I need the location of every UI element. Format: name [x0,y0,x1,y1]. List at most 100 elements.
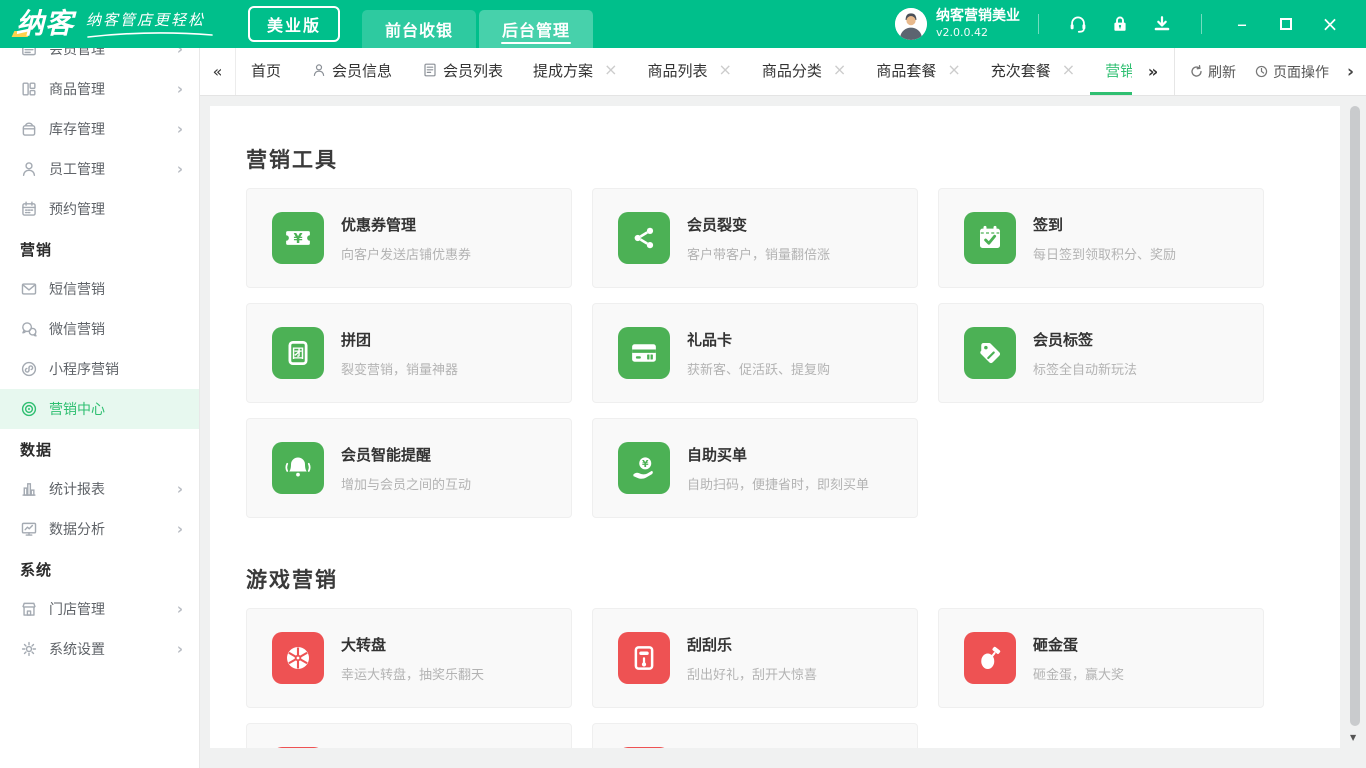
card-subtitle: 向客户发送店铺优惠券 [341,247,472,263]
user-avatar[interactable] [895,8,927,40]
game-marketing-grid: 大转盘 幸运大转盘，抽奖乐翻天 刮刮乐 刮出好礼，刮开大惊喜 砸金蛋 砸金蛋，赢… [246,608,1304,748]
card-lucky-wheel[interactable]: 大转盘 幸运大转盘，抽奖乐翻天 [246,608,572,708]
wechat-icon [20,320,38,338]
mode-switch-nav: 前台收银 后台管理 [362,10,596,48]
sidebar-item-sms-marketing[interactable]: 短信营销 [0,269,199,309]
sidebar-section-system: 系统 [20,560,53,579]
game-icon [272,747,324,748]
close-icon[interactable]: × [833,62,846,78]
sidebar-item-miniprogram-marketing[interactable]: 小程序营销 [0,349,199,389]
card-scratch-card[interactable]: 刮刮乐 刮出好礼，刮开大惊喜 [592,608,918,708]
tab-recharge-package[interactable]: 充次套餐 × [976,48,1090,95]
sidebar-item-inventory-mgmt[interactable]: 库存管理 › [0,109,199,149]
card-smart-reminder[interactable]: 会员智能提醒 增加与会员之间的互动 [246,418,572,518]
list-document-icon [422,62,438,78]
card-title: 会员智能提醒 [341,445,432,464]
more-arrow-icon[interactable]: › [1347,62,1354,82]
tab-member-info[interactable]: 会员信息 [296,48,407,95]
logo-text: 纳客 [11,7,75,40]
tabs-scroll-left-button[interactable]: « [200,48,236,95]
close-icon[interactable]: × [604,62,617,78]
svg-text:¥: ¥ [642,459,649,470]
close-button[interactable]: × [1315,9,1345,39]
sidebar-item-label: 营销中心 [49,402,105,418]
card-self-checkout[interactable]: ¥ 自助买单 自助扫码，便捷省时，即刻买单 [592,418,918,518]
card-coupon-management[interactable]: ¥ 优惠券管理 向客户发送店铺优惠券 [246,188,572,288]
chevron-right-icon: › [176,48,183,58]
app-window: 纳客 纳客管店更轻松 美业版 前台收银 后台管理 纳客营销美业 v2.0.0.4… [0,0,1366,768]
card-title: 自助买单 [687,445,748,464]
tab-commission-plan[interactable]: 提成方案 × [518,48,632,95]
card-subtitle: 幸运大转盘，抽奖乐翻天 [341,667,485,683]
download-icon[interactable] [1149,11,1175,37]
tab-home[interactable]: 首页 [236,48,296,95]
sidebar-item-label: 门店管理 [49,602,105,618]
sidebar-item-label: 库存管理 [49,122,105,138]
sidebar-item-label: 数据分析 [49,522,105,538]
close-icon[interactable]: × [718,62,731,78]
tab-product-list[interactable]: 商品列表 × [632,48,746,95]
card-check-in[interactable]: 签到 每日签到领取积分、奖励 [938,188,1264,288]
golden-egg-icon [964,632,1016,684]
sidebar-item-marketing-center[interactable]: 营销中心 [0,389,199,429]
tab-label: 首页 [251,61,282,80]
sidebar-item-wechat-marketing[interactable]: 微信营销 [0,309,199,349]
maximize-icon [1280,18,1292,30]
sms-icon [20,280,38,298]
tab-label: 充次套餐 [990,61,1051,80]
scrollbar-thumb[interactable] [1350,106,1360,726]
card-golden-egg[interactable]: 砸金蛋 砸金蛋，赢大奖 [938,608,1264,708]
sidebar-item-statistics-report[interactable]: 统计报表 › [0,469,199,509]
calendar-icon [20,200,38,218]
lock-icon[interactable] [1107,11,1133,37]
sidebar-item-store-mgmt[interactable]: 门店管理 › [0,589,199,629]
logo-label: 纳客 [16,7,75,40]
card-gift-card[interactable]: 礼品卡 获新客、促活跃、提复购 [592,303,918,403]
maximize-button[interactable] [1271,9,1301,39]
sidebar-item-system-settings[interactable]: 系统设置 › [0,629,199,669]
card-member-fission[interactable]: 会员裂变 客户带客户，销量翻倍涨 [592,188,918,288]
sidebar-item-member-mgmt[interactable]: 会员管理 › [0,48,199,69]
nav-tab-backend-admin[interactable]: 后台管理 [479,10,594,48]
bar-chart-icon [20,480,38,498]
customer-service-icon[interactable] [1065,11,1091,37]
game-icon [618,747,670,748]
close-icon[interactable]: × [947,62,960,78]
share-icon [618,212,670,264]
page-operations-button[interactable]: 页面操作 [1254,62,1329,82]
sidebar-item-data-analysis[interactable]: 数据分析 › [0,509,199,549]
tab-marketing-center[interactable]: 营销中心 × [1090,48,1132,95]
miniprogram-icon [20,360,38,378]
sidebar-item-product-mgmt[interactable]: 商品管理 › [0,69,199,109]
tab-label: 营销中心 [1105,61,1132,80]
card-partial-1[interactable] [246,723,572,748]
vertical-scrollbar[interactable]: ▼ [1349,104,1361,742]
chevron-right-icon: › [176,120,183,138]
card-title: 拼团 [341,330,372,349]
tab-member-list[interactable]: 会员列表 [407,48,518,95]
sidebar-item-label: 商品管理 [49,82,105,98]
inventory-icon [20,120,38,138]
nav-tab-front-cashier[interactable]: 前台收银 [362,10,477,48]
section-title-marketing-tools: 营销工具 [246,147,338,172]
sidebar-item-staff-mgmt[interactable]: 员工管理 › [0,149,199,189]
user-info: 纳客营销美业 v2.0.0.42 [936,8,1020,39]
scrollbar-down-arrow[interactable]: ▼ [1350,733,1356,742]
gear-icon [20,640,38,658]
card-title: 会员裂变 [687,215,748,234]
tabs-scroll-right-button[interactable]: » [1132,48,1174,95]
sidebar-section-marketing: 营销 [20,240,53,259]
tab-product-package[interactable]: 商品套餐 × [861,48,975,95]
close-icon[interactable]: × [1062,62,1075,78]
sidebar-item-appointment-mgmt[interactable]: 预约管理 [0,189,199,229]
refresh-button[interactable]: 刷新 [1189,62,1236,82]
card-member-tag[interactable]: 会员标签 标签全自动新玩法 [938,303,1264,403]
monitor-chart-icon [20,520,38,538]
card-partial-2[interactable] [592,723,918,748]
coupon-icon: ¥ [272,212,324,264]
tab-product-category[interactable]: 商品分类 × [747,48,861,95]
edition-badge[interactable]: 美业版 [248,6,341,42]
tab-label: 商品套餐 [876,61,937,80]
minimize-button[interactable]: – [1227,9,1257,39]
card-group-buy[interactable]: 团 拼团 裂变营销，销量神器 [246,303,572,403]
